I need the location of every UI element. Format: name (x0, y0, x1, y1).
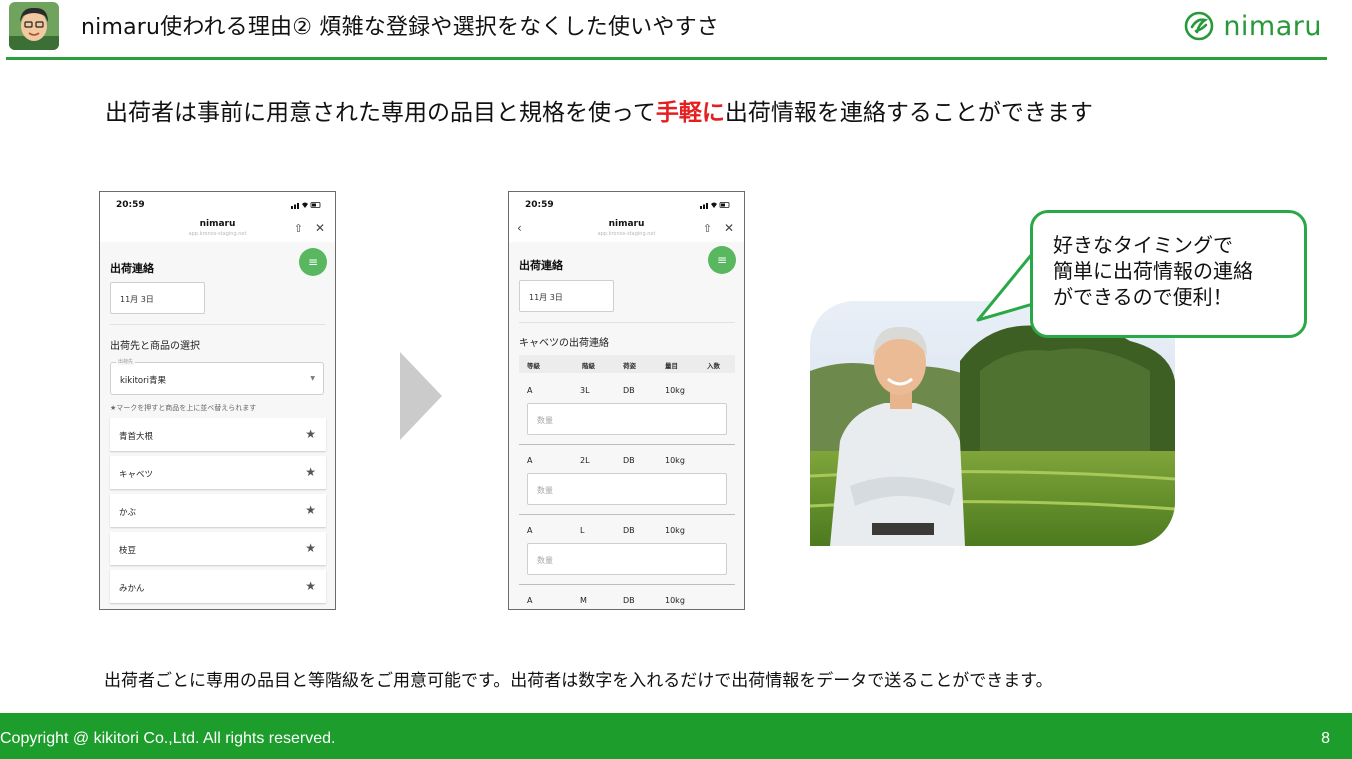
select-label: 出荷先 (116, 358, 136, 365)
quantity-placeholder: 数量 (537, 556, 553, 565)
list-item[interactable]: キャベツ ★ (110, 456, 326, 489)
menu-icon[interactable]: ≡ (708, 246, 736, 274)
column-header: 階級 (582, 362, 595, 370)
cell-class: 2L (580, 456, 590, 465)
destination-select[interactable]: 出荷先 kikitori青果 ▼ (110, 358, 324, 395)
cell-class: L (580, 526, 585, 535)
quantity-placeholder: 数量 (537, 416, 553, 425)
quantity-input[interactable]: 数量 (527, 543, 727, 575)
copyright-text: Copyright @ kikitori Co.,Ltd. All rights… (0, 730, 336, 747)
table-header: 等級 階級 荷姿 量目 入数 (519, 355, 735, 373)
phone-screenshot-shipment-form: 20:59 ‹ nimaru app.kronos-staging.net ⇧ … (508, 191, 745, 610)
share-icon[interactable]: ⇧ (294, 222, 303, 235)
slide-footer: Copyright @ kikitori Co.,Ltd. All rights… (0, 713, 1352, 759)
list-item[interactable]: 青首大根 ★ (110, 418, 326, 451)
divider (519, 444, 735, 445)
star-icon[interactable]: ★ (305, 579, 316, 593)
speech-bubble-text: 好きなタイミングで 簡単に出荷情報の連絡 ができるので便利！ (1053, 232, 1253, 310)
cell-package: DB (623, 456, 635, 465)
signal-wifi-battery-icon (291, 201, 321, 209)
chevron-down-icon: ▼ (310, 375, 315, 382)
divider (110, 324, 326, 325)
bubble-line: 簡単に出荷情報の連絡 (1053, 259, 1253, 283)
list-item[interactable]: 枝豆 ★ (110, 532, 326, 565)
cell-package: DB (623, 596, 635, 605)
cell-class: M (580, 596, 587, 605)
bubble-line: ができるので便利！ (1053, 285, 1233, 309)
cell-package: DB (623, 386, 635, 395)
cell-weight: 10kg (665, 526, 685, 535)
status-bar: 20:59 (100, 192, 335, 216)
cell-weight: 10kg (665, 386, 685, 395)
close-icon[interactable]: ✕ (315, 221, 325, 235)
page-number: 8 (1321, 730, 1330, 747)
cell-package: DB (623, 526, 635, 535)
app-body: 出荷連絡 ≡ 11月 3日 出荷先と商品の選択 出荷先 kikitori青果 ▼… (100, 242, 335, 609)
item-name: 枝豆 (119, 546, 137, 556)
date-field[interactable]: 11月 3日 (110, 282, 205, 314)
cell-class: 3L (580, 386, 590, 395)
cell-weight: 10kg (665, 596, 685, 605)
item-name: かぶ (119, 508, 137, 518)
bubble-line: 好きなタイミングで (1053, 233, 1233, 257)
column-header: 荷姿 (623, 362, 636, 370)
quantity-input[interactable]: 数量 (527, 403, 727, 435)
section-title: 出荷先と商品の選択 (110, 341, 200, 352)
cell-grade: A (527, 526, 533, 535)
section-title: キャベツの出荷連絡 (519, 338, 609, 349)
item-name: キャベツ (119, 470, 154, 480)
lead-text-after: 出荷情報を連絡することができます (724, 100, 1093, 126)
star-icon[interactable]: ★ (305, 427, 316, 441)
arrow-right-icon (400, 352, 442, 440)
quantity-input[interactable]: 数量 (527, 473, 727, 505)
column-header: 量目 (665, 362, 678, 370)
star-icon[interactable]: ★ (305, 465, 316, 479)
brand-name: nimaru (1223, 10, 1322, 42)
date-value: 11月 3日 (120, 295, 154, 304)
header-divider (6, 57, 1327, 60)
star-icon[interactable]: ★ (305, 503, 316, 517)
column-header: 入数 (707, 362, 720, 370)
slide-header: nimaru使われる理由② 煩雑な登録や選択をなくした使いやすさ nimaru (0, 0, 1352, 62)
menu-icon[interactable]: ≡ (299, 248, 327, 276)
select-value: kikitori青果 (120, 376, 166, 386)
lead-highlight: 手軽に (655, 100, 725, 126)
status-bar: 20:59 (509, 192, 744, 216)
cell-grade: A (527, 596, 533, 605)
page-title: 出荷連絡 (519, 259, 563, 272)
lead-text: 出荷者は事前に用意された専用の品目と規格を使って手軽に出荷情報を連絡することがで… (105, 93, 1093, 127)
browser-nav-bar: ‹ nimaru app.kronos-staging.net ⇧ ✕ (509, 216, 744, 242)
share-icon[interactable]: ⇧ (703, 222, 712, 235)
divider (519, 514, 735, 515)
date-field[interactable]: 11月 3日 (519, 280, 614, 312)
close-icon[interactable]: ✕ (724, 221, 734, 235)
cell-grade: A (527, 456, 533, 465)
signal-wifi-battery-icon (700, 201, 730, 209)
presenter-avatar (9, 2, 59, 50)
nimaru-brand: nimaru (1183, 10, 1322, 42)
list-item[interactable]: かぶ ★ (110, 494, 326, 527)
nimaru-logo-icon (1185, 11, 1214, 41)
quantity-placeholder: 数量 (537, 486, 553, 495)
column-header: 等級 (527, 362, 540, 370)
app-body: 出荷連絡 ≡ 11月 3日 キャベツの出荷連絡 等級 階級 荷姿 量目 入数 A… (509, 242, 744, 609)
cell-grade: A (527, 386, 533, 395)
browser-nav-bar: nimaru app.kronos-staging.net ⇧ ✕ (100, 216, 335, 242)
bottom-note: 出荷者ごとに専用の品目と等階級をご用意可能です。出荷者は数字を入れるだけで出荷情… (104, 671, 1053, 691)
slide-title: nimaru使われる理由② 煩雑な登録や選択をなくした使いやすさ (81, 15, 719, 40)
date-value: 11月 3日 (529, 293, 563, 302)
divider (519, 584, 735, 585)
lead-text-before: 出荷者は事前に用意された専用の品目と規格を使って (105, 100, 656, 126)
item-name: みかん (119, 584, 145, 594)
status-time: 20:59 (525, 200, 554, 210)
item-name: 青首大根 (119, 432, 154, 442)
cell-weight: 10kg (665, 456, 685, 465)
star-icon[interactable]: ★ (305, 541, 316, 555)
status-time: 20:59 (116, 200, 145, 210)
star-hint: ★マークを押すと商品を上に並べ替えられます (110, 404, 257, 412)
phone-screenshot-product-select: 20:59 nimaru app.kronos-staging.net ⇧ ✕ … (99, 191, 336, 610)
list-item[interactable]: みかん ★ (110, 570, 326, 603)
page-title: 出荷連絡 (110, 262, 154, 275)
divider (519, 322, 735, 323)
